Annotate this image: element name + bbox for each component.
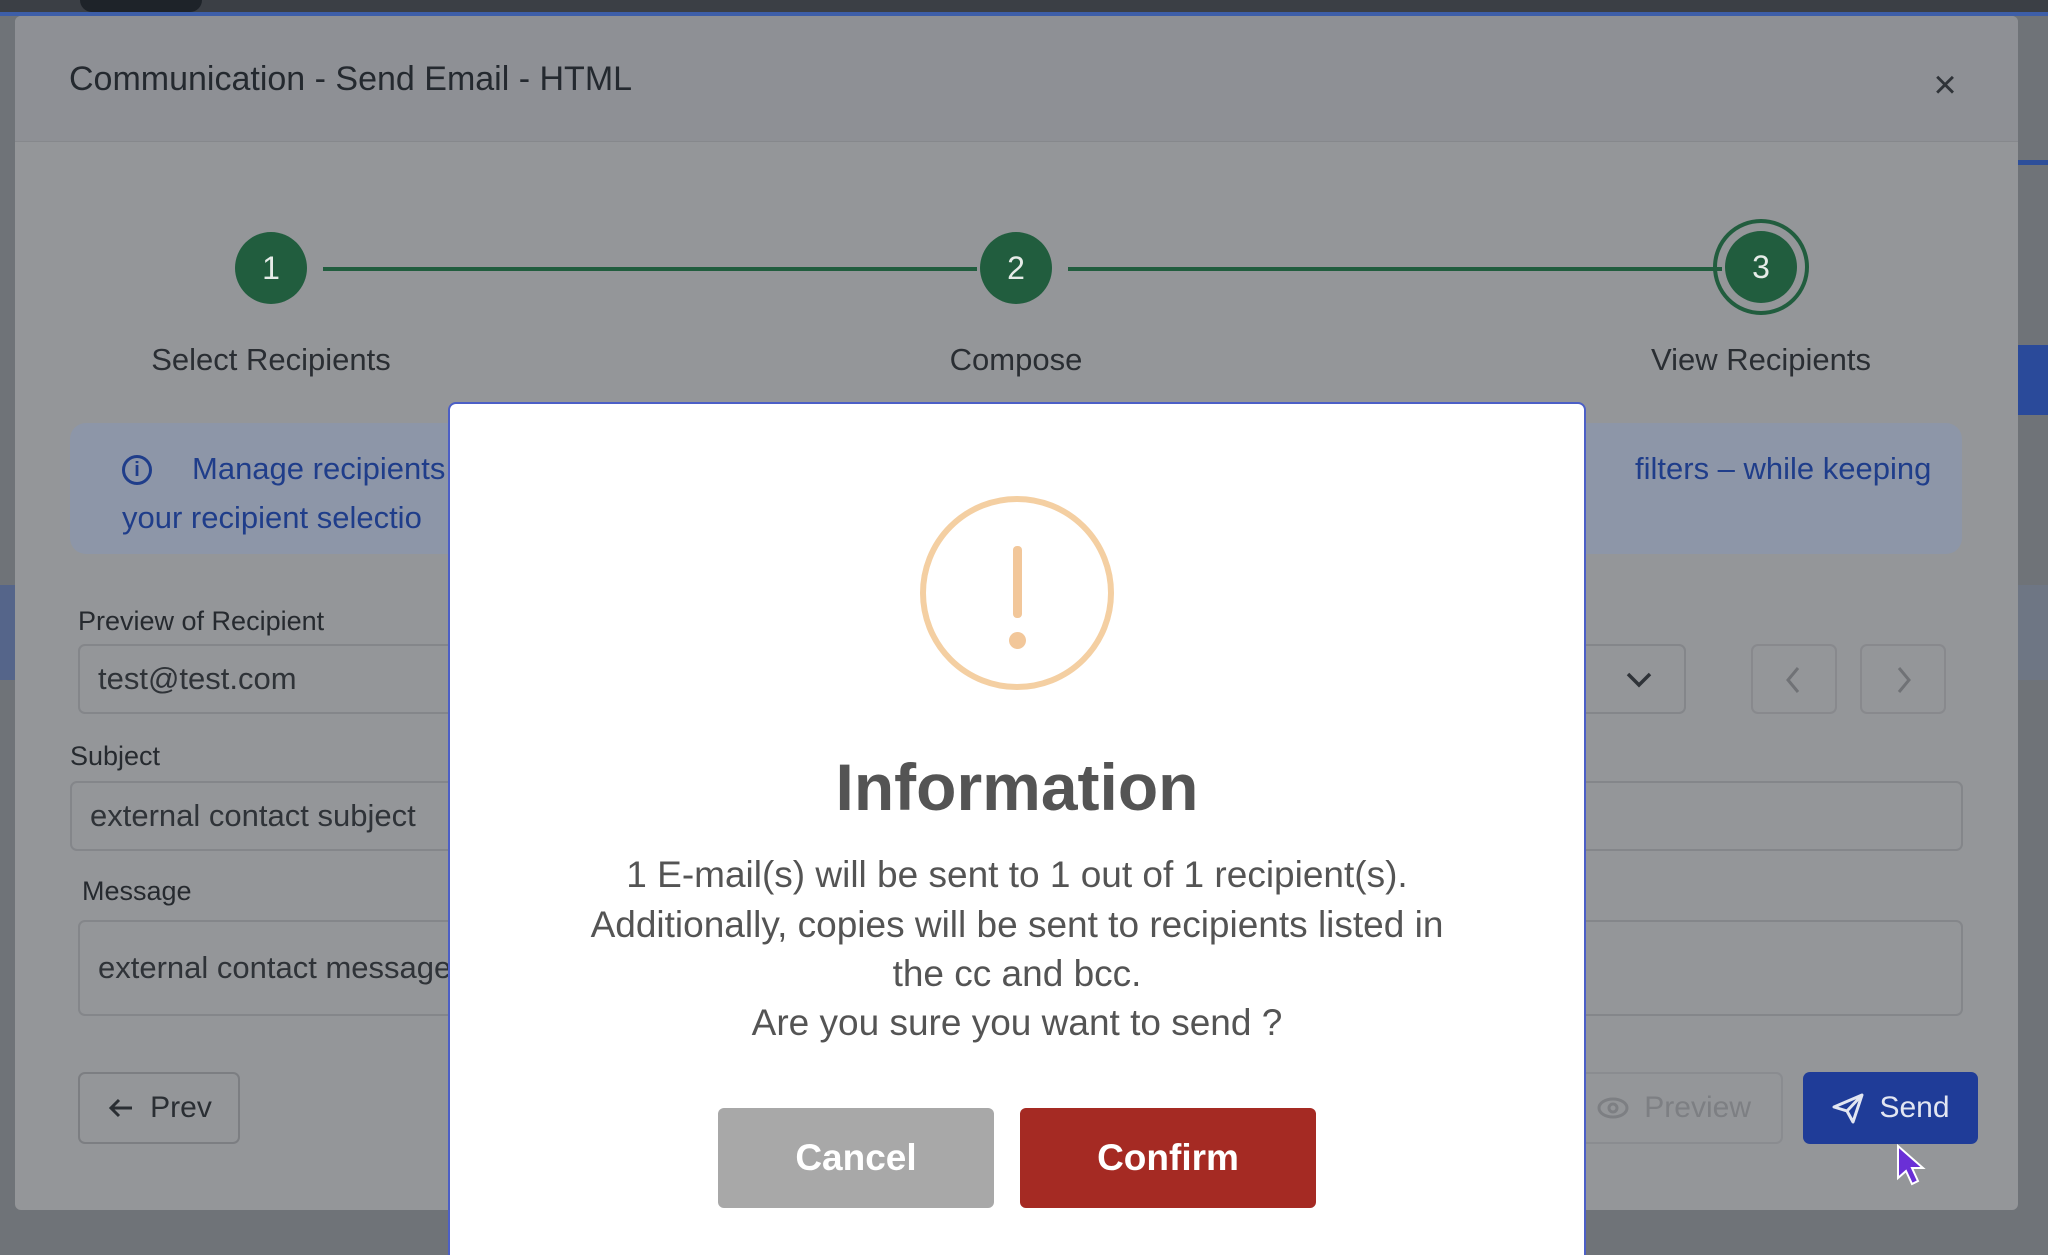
send-button[interactable]: Send — [1803, 1072, 1978, 1144]
paper-plane-icon — [1832, 1093, 1864, 1124]
modal-header: Communication - Send Email - HTML × — [15, 16, 2018, 142]
info-text-line2: your recipient selectio — [122, 500, 422, 535]
close-icon[interactable]: × — [1915, 60, 1975, 110]
eye-icon — [1597, 1097, 1629, 1119]
chevron-down-icon — [1624, 660, 1654, 708]
dialog-title: Information — [835, 750, 1199, 824]
confirm-button[interactable]: Confirm — [1020, 1108, 1316, 1208]
step-connector — [323, 267, 977, 271]
step-2-circle[interactable]: 2 — [980, 232, 1052, 304]
dialog-message-line3: the cc and bcc. — [892, 953, 1142, 994]
preview-button[interactable]: Preview — [1580, 1072, 1783, 1144]
info-text-line1-end: filters – while keeping — [1635, 451, 1932, 486]
subject-value: external contact subject — [90, 798, 416, 833]
warning-icon-bar — [1013, 546, 1022, 618]
mouse-cursor-icon — [1897, 1144, 1926, 1186]
prev-button[interactable]: Prev — [78, 1072, 240, 1144]
info-icon: i — [122, 455, 152, 485]
background-pill — [80, 0, 202, 12]
information-dialog: Information 1 E-mail(s) will be sent to … — [448, 402, 1586, 1255]
background-left-strip — [0, 585, 16, 680]
cancel-button[interactable]: Cancel — [718, 1108, 994, 1208]
info-text-line1: Manage recipients — [192, 451, 446, 486]
subject-label: Subject — [70, 741, 161, 771]
warning-icon — [920, 496, 1114, 690]
preview-recipient-value: test@test.com — [98, 661, 297, 696]
step-1-circle[interactable]: 1 — [235, 232, 307, 304]
previous-recipient-button[interactable] — [1751, 644, 1837, 714]
send-button-label: Send — [1879, 1091, 1950, 1124]
chevron-left-icon — [1786, 667, 1800, 693]
prev-button-label: Prev — [150, 1091, 212, 1124]
step-connector — [1068, 267, 1722, 271]
message-value: external contact message — [98, 950, 452, 985]
modal-title: Communication - Send Email - HTML — [69, 60, 633, 98]
message-label: Message — [82, 876, 192, 906]
next-recipient-button[interactable] — [1860, 644, 1946, 714]
arrow-left-icon — [109, 1098, 133, 1118]
step-3-circle[interactable]: 3 — [1725, 231, 1797, 303]
step-3-label: View Recipients — [1651, 342, 1871, 377]
preview-button-label: Preview — [1644, 1091, 1751, 1124]
dialog-message-line1: 1 E-mail(s) will be sent to 1 out of 1 r… — [626, 854, 1408, 895]
step-1-label: Select Recipients — [151, 342, 391, 377]
warning-icon-dot — [1009, 632, 1026, 649]
preview-recipient-label: Preview of Recipient — [78, 606, 325, 636]
step-2-label: Compose — [949, 342, 1083, 377]
dialog-message-line2: Additionally, copies will be sent to rec… — [590, 904, 1444, 945]
chevron-right-icon — [1897, 667, 1911, 693]
dialog-question: Are you sure you want to send ? — [751, 1002, 1283, 1043]
